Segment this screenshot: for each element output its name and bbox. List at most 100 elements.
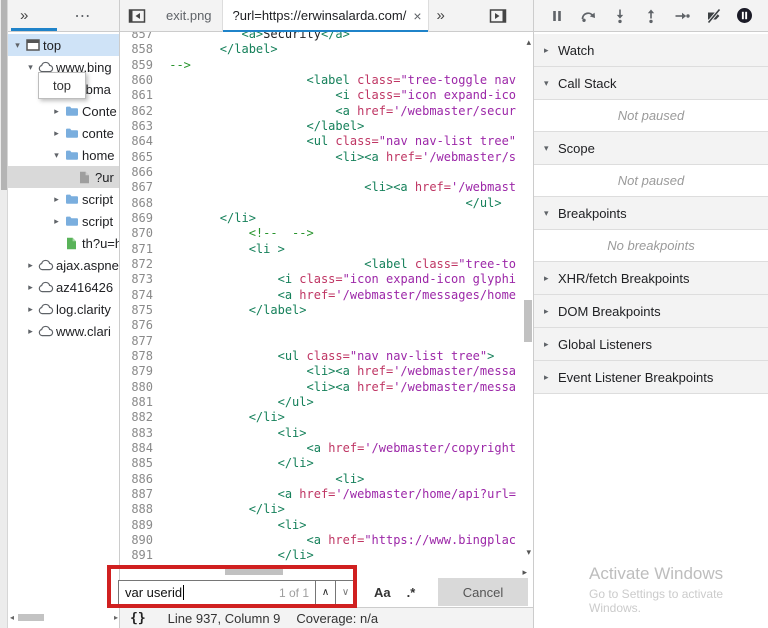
section-header-call-stack[interactable]: ▾Call Stack: [534, 67, 768, 100]
scroll-up-icon[interactable]: ▴: [526, 37, 531, 48]
chevron-down-icon[interactable]: ▾: [11, 40, 24, 51]
line-number[interactable]: 875: [120, 303, 162, 318]
section-header-event-listener-breakpoints[interactable]: ▸Event Listener Breakpoints: [534, 361, 768, 394]
line-number[interactable]: 890: [120, 533, 162, 548]
line-number[interactable]: 886: [120, 472, 162, 487]
tree-item-home[interactable]: ▾home: [8, 144, 119, 166]
line-number[interactable]: 871: [120, 242, 162, 257]
line-number[interactable]: 864: [120, 134, 162, 149]
line-number[interactable]: 891: [120, 548, 162, 563]
editor-horizontal-scrollbar[interactable]: ▸: [120, 565, 533, 578]
line-number[interactable]: 888: [120, 502, 162, 517]
chevron-right-icon[interactable]: ▸: [24, 326, 37, 337]
tab-exit-png[interactable]: exit.png: [156, 0, 222, 32]
line-number[interactable]: 861: [120, 88, 162, 103]
line-number[interactable]: 858: [120, 42, 162, 57]
close-icon[interactable]: ×: [413, 9, 421, 23]
regex-button[interactable]: .*: [407, 585, 416, 600]
line-number[interactable]: 882: [120, 410, 162, 425]
chevron-right-icon[interactable]: ▸: [50, 128, 63, 139]
scroll-left-icon[interactable]: ◂: [10, 613, 14, 622]
chevron-right-icon[interactable]: ▸: [50, 106, 63, 117]
pause-script-icon[interactable]: [546, 5, 568, 27]
tree-item-az416426[interactable]: ▸az416426: [8, 276, 119, 298]
line-number[interactable]: 889: [120, 518, 162, 533]
chevron-right-icon[interactable]: ▸: [24, 282, 37, 293]
line-number[interactable]: 859: [120, 58, 162, 73]
scroll-down-icon[interactable]: ▾: [526, 547, 531, 558]
tab-url-erwinsalarda[interactable]: ?url=https://erwinsalarda.com/ ×: [222, 0, 429, 32]
line-number[interactable]: 877: [120, 334, 162, 349]
chevron-right-icon[interactable]: ▸: [50, 194, 63, 205]
line-number[interactable]: 880: [120, 380, 162, 395]
sidebar-horizontal-scrollbar[interactable]: ◂ ▸: [8, 612, 120, 624]
deactivate-breakpoints-icon[interactable]: [703, 5, 725, 27]
editor-hscrollbar-thumb[interactable]: [225, 567, 283, 575]
line-number[interactable]: 879: [120, 364, 162, 379]
match-case-button[interactable]: Aa: [374, 585, 391, 600]
line-number[interactable]: 874: [120, 288, 162, 303]
page-vertical-scrollbar[interactable]: [0, 0, 8, 628]
line-number[interactable]: 887: [120, 487, 162, 502]
line-number[interactable]: 862: [120, 104, 162, 119]
hide-navigator-icon[interactable]: [124, 3, 150, 29]
line-number[interactable]: 881: [120, 395, 162, 410]
line-number[interactable]: 863: [120, 119, 162, 134]
line-number[interactable]: 884: [120, 441, 162, 456]
line-number[interactable]: 870: [120, 226, 162, 241]
line-number[interactable]: 885: [120, 456, 162, 471]
sidebar-scrollbar-thumb[interactable]: [18, 614, 44, 621]
pause-on-exceptions-icon[interactable]: [734, 5, 756, 27]
section-header-xhr-fetch-breakpoints[interactable]: ▸XHR/fetch Breakpoints: [534, 262, 768, 295]
scroll-right-icon[interactable]: ▸: [114, 613, 118, 622]
line-number[interactable]: 873: [120, 272, 162, 287]
step-out-icon[interactable]: [640, 5, 662, 27]
cancel-button[interactable]: Cancel: [438, 578, 528, 606]
code-editor[interactable]: 857 <a>Security</a>858 </label>859 -->86…: [120, 32, 533, 565]
step-into-icon[interactable]: [609, 5, 631, 27]
step-icon[interactable]: [671, 5, 693, 27]
chevron-down-icon[interactable]: ▾: [24, 62, 37, 73]
tree-item-www-clari[interactable]: ▸www.clari: [8, 320, 119, 342]
navigator-tabs-overflow-icon[interactable]: »: [20, 7, 28, 24]
tree-item-ajax-aspne[interactable]: ▸ajax.aspne: [8, 254, 119, 276]
chevron-right-icon[interactable]: ▸: [50, 216, 63, 227]
line-number[interactable]: 860: [120, 73, 162, 88]
tree-item--ur[interactable]: ?ur: [8, 166, 119, 188]
section-header-global-listeners[interactable]: ▸Global Listeners: [534, 328, 768, 361]
step-over-icon[interactable]: [577, 5, 599, 27]
line-number[interactable]: 865: [120, 150, 162, 165]
page-scrollbar-thumb[interactable]: [1, 0, 7, 190]
line-number[interactable]: 867: [120, 180, 162, 195]
line-number[interactable]: 883: [120, 426, 162, 441]
line-number[interactable]: 866: [120, 165, 162, 180]
line-number[interactable]: 857: [120, 32, 162, 42]
section-header-scope[interactable]: ▾Scope: [534, 132, 768, 165]
scroll-right-icon[interactable]: ▸: [522, 567, 527, 578]
chevron-right-icon[interactable]: ▸: [24, 260, 37, 271]
line-number[interactable]: 869: [120, 211, 162, 226]
find-next-button[interactable]: ∨: [336, 580, 356, 606]
tree-item-top[interactable]: ▾top: [8, 34, 119, 56]
line-number[interactable]: 878: [120, 349, 162, 364]
chevron-right-icon[interactable]: ▸: [24, 304, 37, 315]
section-header-breakpoints[interactable]: ▾Breakpoints: [534, 197, 768, 230]
line-number[interactable]: 872: [120, 257, 162, 272]
tree-item-script[interactable]: ▸script: [8, 188, 119, 210]
line-number[interactable]: 868: [120, 196, 162, 211]
tree-item-script[interactable]: ▸script: [8, 210, 119, 232]
tree-item-conte[interactable]: ▸conte: [8, 122, 119, 144]
more-options-icon[interactable]: ⋯: [74, 6, 91, 26]
tree-item-log-clarity[interactable]: ▸log.clarity: [8, 298, 119, 320]
find-previous-button[interactable]: ∧: [316, 580, 336, 606]
tree-item-th-u-h[interactable]: th?u=h: [8, 232, 119, 254]
section-header-dom-breakpoints[interactable]: ▸DOM Breakpoints: [534, 295, 768, 328]
pretty-print-button[interactable]: {}: [130, 611, 146, 626]
section-header-watch[interactable]: ▸Watch: [534, 34, 768, 67]
show-debugger-panel-icon[interactable]: [485, 3, 511, 29]
editor-vscrollbar-thumb[interactable]: [524, 300, 532, 342]
search-input[interactable]: var userid 1 of 1: [118, 580, 316, 606]
chevron-down-icon[interactable]: ▾: [50, 150, 63, 161]
line-number[interactable]: 876: [120, 318, 162, 333]
tree-item-conte[interactable]: ▸Conte: [8, 100, 119, 122]
